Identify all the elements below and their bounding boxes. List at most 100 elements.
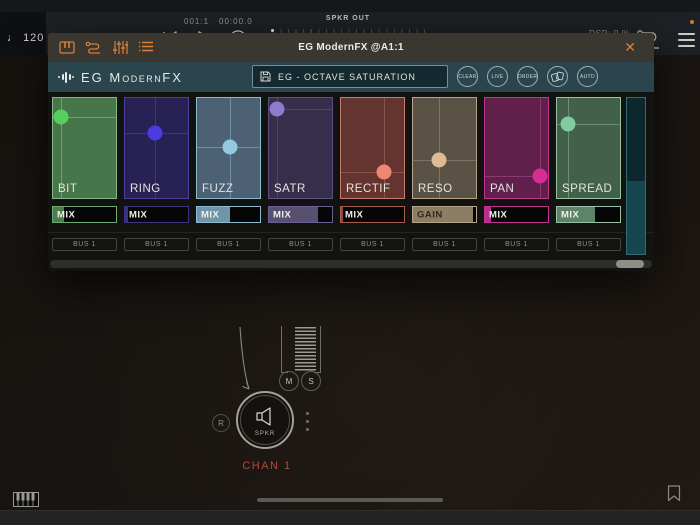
fx-body: BIT RING FUZZ SATR RECTIF RESO PAN SPREAD MIX MI… [48,92,654,271]
list-view-icon[interactable] [138,40,154,55]
slider-label: MIX [201,209,220,220]
slider-label: MIX [561,209,580,220]
xy-pad-rectif[interactable]: RECTIF [340,97,405,199]
plugin-name: EG MODERNFX [81,69,183,85]
xy-pad-fuzz[interactable]: FUZZ [196,97,261,199]
fader-bracket-right [314,326,321,373]
tempo-display[interactable]: ♩ 120 [0,12,46,55]
mixer-view-icon[interactable] [112,40,128,55]
xy-pad-satr[interactable]: SATR [268,97,333,199]
spread-bus-button[interactable]: BUS 1 [556,238,621,251]
tempo-value: ♩ 120 [7,32,45,44]
spread-mix-slider[interactable]: MIX [556,206,621,223]
xy-pads-row: BIT RING FUZZ SATR RECTIF RESO PAN SPREAD [52,97,621,199]
speaker-icon [256,407,271,426]
time-bars: 001:1 [184,17,210,26]
fx-toolbar: EG MODERNFX EG - OCTAVE SATURATION CLEAR… [48,62,654,92]
plugin-logo: EG MODERNFX [58,62,183,92]
pad-handle-satr[interactable] [269,101,285,117]
fx-scrollbar[interactable] [50,260,652,268]
node-drag-handle[interactable] [306,412,309,436]
waveform-logo-icon [58,71,74,83]
pad-label-bit: BIT [58,183,78,195]
rectif-bus-button[interactable]: BUS 1 [340,238,405,251]
clear-button[interactable]: CLEAR [457,66,478,87]
keyboard-icon[interactable] [13,492,39,507]
xy-pad-pan[interactable]: PAN [484,97,549,199]
xy-pad-ring[interactable]: RING [124,97,189,199]
fuzz-mix-slider[interactable]: MIX [196,206,261,223]
auto-button[interactable]: AUTO [577,66,598,87]
speaker-node[interactable]: SPKR [236,391,294,449]
row-divider [48,232,654,233]
pad-label-reso: RESO [418,183,453,195]
preset-name: EG - OCTAVE SATURATION [278,71,416,82]
xy-pad-reso[interactable]: RESO [412,97,477,199]
close-button[interactable]: ✕ [624,33,636,62]
save-icon[interactable] [260,71,271,82]
xy-pad-spread[interactable]: SPREAD [556,97,621,199]
mix-sliders-row: MIX MIX MIX MIX MIX GAIN MIX MIX [52,206,621,223]
pad-handle-rectif[interactable] [376,164,392,180]
keyboard-view-icon[interactable] [59,40,75,55]
slider-label: MIX [129,209,148,220]
fx-scrollbar-handle[interactable] [616,260,644,268]
pad-handle-reso[interactable] [431,152,447,168]
order-button[interactable]: ORDER [517,66,538,87]
bit-mix-slider[interactable]: MIX [52,206,117,223]
time-display: 001:1 00:00.0 [184,17,253,26]
fuzz-bus-button[interactable]: BUS 1 [196,238,261,251]
meter-level-dot-left [271,29,274,32]
slider-fill [125,207,128,222]
pan-bus-button[interactable]: BUS 1 [484,238,549,251]
cards-icon[interactable] [547,66,568,87]
channel-fader[interactable] [295,327,316,372]
bottom-bar [0,510,700,525]
time-clock: 00:00.0 [219,17,253,26]
pad-label-spread: SPREAD [562,183,613,195]
pad-label-rectif: RECTIF [346,183,391,195]
tempo-note-icon: ♩ [7,32,19,44]
pan-mix-slider[interactable]: MIX [484,206,549,223]
rectif-mix-slider[interactable]: MIX [340,206,405,223]
fx-plugin-window: EG ModernFX @A1:1 ✕ EG MODERNFX EG - OCT… [48,33,654,271]
route-view-icon[interactable] [85,40,102,55]
pad-label-satr: SATR [274,183,306,195]
preset-selector[interactable]: EG - OCTAVE SATURATION [252,65,448,88]
reso-gain-slider[interactable]: GAIN [412,206,477,223]
ring-mix-slider[interactable]: MIX [124,206,189,223]
xy-pad-bit[interactable]: BIT [52,97,117,199]
pad-label-pan: PAN [490,183,515,195]
pad-handle-ring[interactable] [147,125,163,141]
record-arm-button[interactable]: R [212,414,230,432]
pad-handle-pan[interactable] [532,168,548,184]
slider-label: GAIN [417,209,443,220]
satr-bus-button[interactable]: BUS 1 [268,238,333,251]
slider-label: MIX [345,209,364,220]
live-button[interactable]: LIVE [487,66,508,87]
pad-handle-fuzz[interactable] [222,139,238,155]
output-level-strip[interactable] [626,97,646,255]
solo-button[interactable]: S [301,371,321,391]
mute-button[interactable]: M [279,371,299,391]
pad-label-fuzz: FUZZ [202,183,234,195]
ring-bus-button[interactable]: BUS 1 [124,238,189,251]
channel-name[interactable]: CHAN 1 [217,460,317,472]
fx-window-titlebar[interactable]: EG ModernFX @A1:1 ✕ [48,33,654,62]
slider-label: MIX [57,209,76,220]
fader-bracket-left [281,326,288,373]
satr-mix-slider[interactable]: MIX [268,206,333,223]
app-screen: ♩ 120 001:1 00:00.0 SPKR OUT -60-48-36-2… [0,0,700,525]
speaker-node-label: SPKR [254,431,276,437]
canvas-horizontal-scrollbar[interactable] [257,498,443,502]
pad-crosshair-h [341,172,404,173]
bookmark-icon[interactable] [667,485,681,502]
pad-handle-spread[interactable] [560,116,576,132]
bus-buttons-row: BUS 1 BUS 1 BUS 1 BUS 1 BUS 1 BUS 1 BUS 1 BUS 1 [52,238,621,251]
pad-handle-bit[interactable] [53,109,69,125]
hamburger-menu-icon[interactable] [678,33,695,51]
slider-label: MIX [273,209,292,220]
cable-arrowhead [242,381,250,390]
bit-bus-button[interactable]: BUS 1 [52,238,117,251]
reso-bus-button[interactable]: BUS 1 [412,238,477,251]
